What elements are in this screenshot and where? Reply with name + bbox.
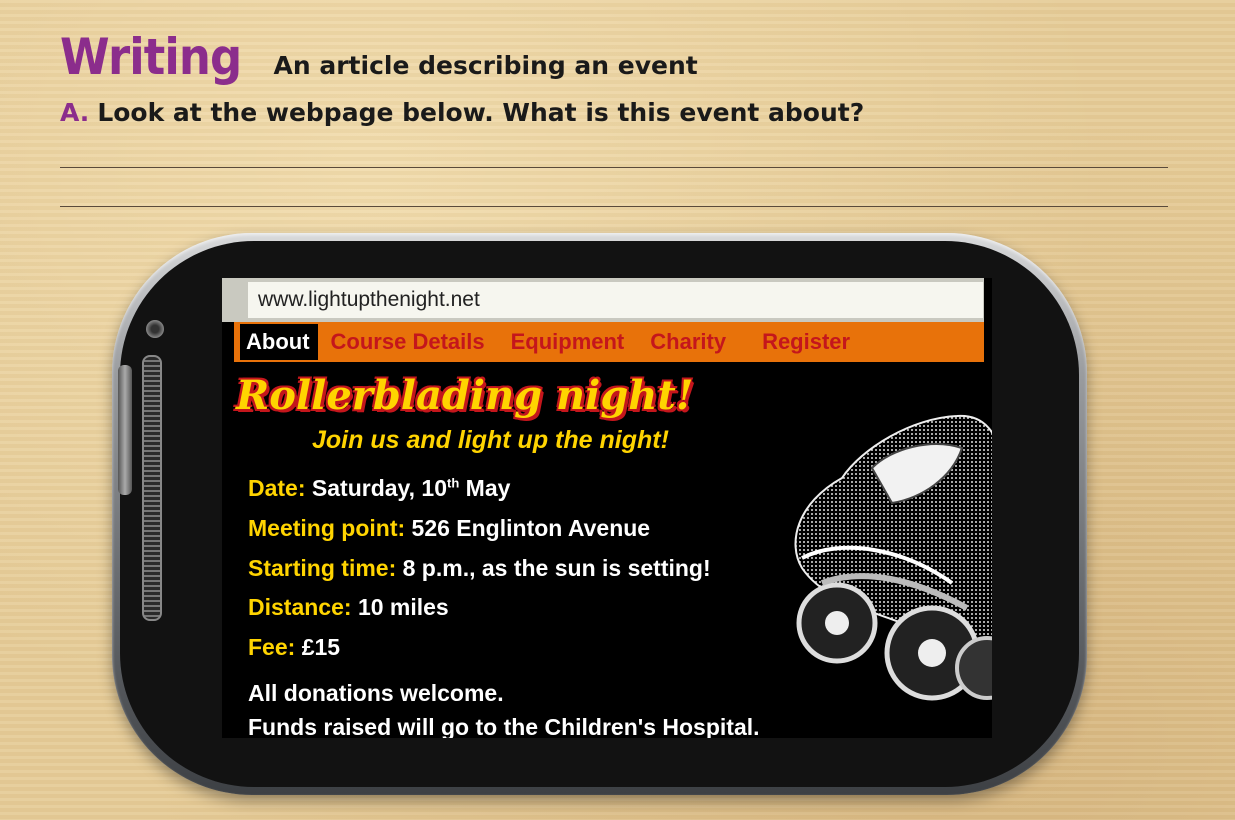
meeting-value: 526 Englinton Avenue [411,515,651,541]
browser-toolbar: www.lightupthenight.net [222,278,984,322]
info-starting-time: Starting time: 8 p.m., as the sun is set… [248,555,711,582]
donation-note: All donations welcome. [248,680,504,706]
question-a: A. Look at the webpage below. What is thi… [60,98,864,127]
info-fee: Fee: £15 [248,634,340,661]
meeting-label: Meeting point: [248,515,406,541]
info-meeting-point: Meeting point: 526 Englinton Avenue [248,515,650,542]
url-bar[interactable]: www.lightupthenight.net [248,282,983,318]
info-distance: Distance: 10 miles [248,594,449,621]
nav-tab-charity[interactable]: Charity [637,329,739,355]
event-tagline: Join us and light up the night! [312,426,669,454]
question-letter: A. [60,98,90,127]
answer-line-2[interactable] [60,206,1168,207]
fee-label: Fee: [248,634,296,660]
phone-speaker-grille [142,355,162,621]
info-date: Date: Saturday, 10th May [248,475,510,502]
nav-tab-course-details[interactable]: Course Details [318,329,498,355]
fee-value: £15 [301,634,341,660]
worksheet-heading: Writing An article describing an event [60,28,698,86]
phone-screen: www.lightupthenight.net About Course Det… [222,278,992,738]
date-value: Saturday, 10th May [311,475,511,501]
rollerblade-skate-icon [794,414,992,701]
section-title: Writing [60,28,242,86]
event-title: Rollerblading night! [236,372,694,419]
nav-tab-register[interactable]: Register [749,329,863,355]
start-value: 8 p.m., as the sun is setting! [402,555,711,581]
nav-tab-equipment[interactable]: Equipment [498,329,638,355]
distance-value: 10 miles [357,594,449,620]
distance-label: Distance: [248,594,352,620]
phone-camera-icon [146,320,164,338]
site-nav: About Course Details Equipment Charity R… [234,322,984,362]
nav-tab-about[interactable]: About [240,324,318,360]
answer-line-1[interactable] [60,167,1168,168]
charity-note: Funds raised will go to the Children's H… [248,714,760,738]
question-text: Look at the webpage below. What is this … [97,98,865,127]
date-label: Date: [248,475,306,501]
section-subtitle: An article describing an event [273,51,698,80]
start-label: Starting time: [248,555,397,581]
phone-side-button [118,365,132,495]
